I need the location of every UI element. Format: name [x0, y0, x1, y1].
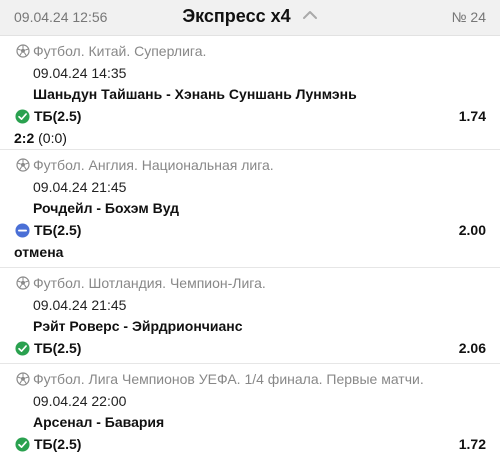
bet-line: ТБ(2.5) 1.74 — [14, 105, 486, 127]
result-status: отмена — [14, 244, 64, 260]
league-row: Футбол. Китай. Суперлига. — [16, 40, 486, 62]
bet-type: ТБ(2.5) — [34, 222, 82, 238]
league-name: Футбол. Лига Чемпионов УЕФА. 1/4 финала.… — [33, 371, 424, 387]
event-result: 2:2 (0:0) — [14, 127, 486, 149]
minus-circle-icon — [15, 222, 30, 238]
event-teams: Рэйт Роверс - Эйрдриончианс — [33, 318, 243, 334]
bet-odds: 1.72 — [458, 436, 486, 452]
bet-odds: 2.00 — [458, 222, 486, 238]
bet-header: 09.04.24 12:56 Экспресс x4 № 24 — [0, 0, 500, 36]
event-datetime: 09.04.24 21:45 — [33, 179, 127, 195]
bet-type: ТБ(2.5) — [34, 340, 82, 356]
bet-number: № 24 — [451, 9, 486, 25]
event-datetime: 09.04.24 21:45 — [33, 297, 127, 313]
event-datetime: 09.04.24 14:35 — [33, 65, 127, 81]
check-circle-icon — [15, 108, 30, 124]
event-item[interactable]: Футбол. Китай. Суперлига. 09.04.24 14:35… — [0, 36, 500, 150]
soccer-ball-icon — [16, 372, 30, 386]
event-datetime: 09.04.24 22:00 — [33, 393, 127, 409]
bet-odds: 2.06 — [458, 340, 486, 356]
league-name: Футбол. Англия. Национальная лига. — [33, 157, 274, 173]
league-name: Футбол. Китай. Суперлига. — [33, 43, 207, 59]
event-teams: Шаньдун Тайшань - Хэнань Суншань Лунмэнь — [33, 86, 357, 102]
half-score: (0:0) — [38, 130, 67, 146]
event-item[interactable]: Футбол. Лига Чемпионов УЕФА. 1/4 финала.… — [0, 364, 500, 456]
event-teams: Арсенал - Бавария — [33, 414, 165, 430]
bet-line: ТБ(2.5) 1.72 — [14, 433, 486, 455]
bet-line: ТБ(2.5) 2.00 — [14, 219, 486, 241]
final-score: 2:2 — [14, 130, 35, 146]
check-circle-icon — [15, 340, 30, 356]
check-circle-icon — [15, 436, 30, 452]
event-item[interactable]: Футбол. Шотландия. Чемпион-Лига. 09.04.2… — [0, 268, 500, 364]
league-row: Футбол. Лига Чемпионов УЕФА. 1/4 финала.… — [16, 368, 486, 390]
league-row: Футбол. Шотландия. Чемпион-Лига. — [16, 272, 486, 294]
bet-type: ТБ(2.5) — [34, 436, 82, 452]
event-result: отмена — [14, 241, 486, 263]
league-row: Футбол. Англия. Национальная лига. — [16, 154, 486, 176]
soccer-ball-icon — [16, 276, 30, 290]
collapse-toggle[interactable]: Экспресс x4 — [0, 6, 500, 27]
chevron-up-icon — [302, 11, 317, 20]
event-teams: Рочдейл - Бохэм Вуд — [33, 200, 180, 216]
soccer-ball-icon — [16, 158, 30, 172]
bet-title: Экспресс x4 — [182, 6, 291, 26]
soccer-ball-icon — [16, 44, 30, 58]
bet-odds: 1.74 — [458, 108, 486, 124]
bet-line: ТБ(2.5) 2.06 — [14, 337, 486, 359]
event-item[interactable]: Футбол. Англия. Национальная лига. 09.04… — [0, 150, 500, 268]
bet-type: ТБ(2.5) — [34, 108, 82, 124]
league-name: Футбол. Шотландия. Чемпион-Лига. — [33, 275, 266, 291]
